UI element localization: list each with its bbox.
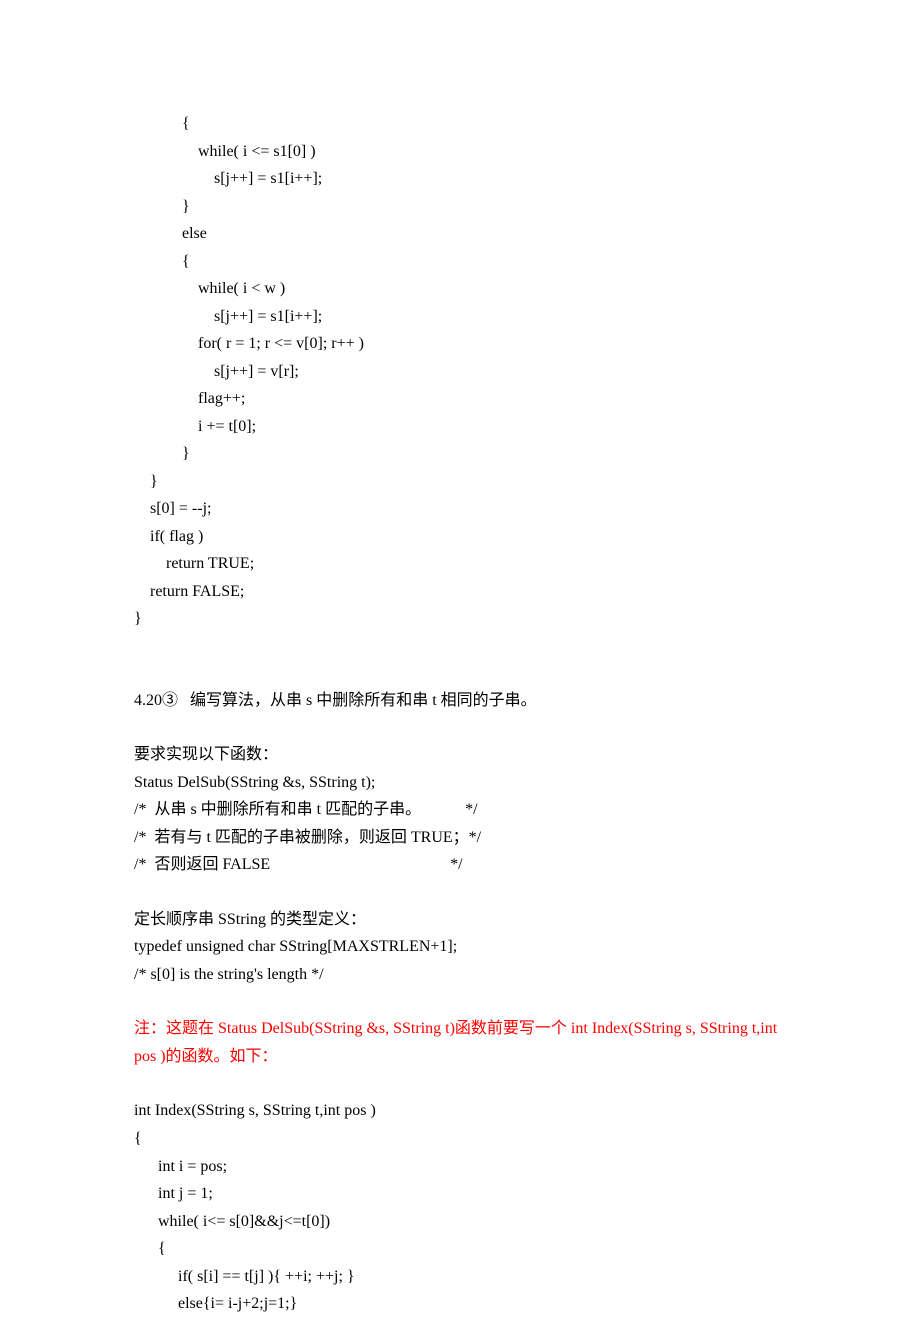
problem-title: 4.20③ 编写算法，从串 s 中删除所有和串 t 相同的子串。 <box>134 687 786 715</box>
code-line: { <box>134 110 786 138</box>
typedef-comment: /* s[0] is the string's length */ <box>134 961 786 989</box>
code-line: { <box>134 1125 786 1153</box>
code-line: s[j++] = s1[i++]; <box>134 165 786 193</box>
spacer <box>134 633 786 687</box>
code-line: else <box>134 220 786 248</box>
code-line: for( r = 1; r <= v[0]; r++ ) <box>134 330 786 358</box>
code-line: int i = pos; <box>134 1153 786 1181</box>
code-line: s[j++] = v[r]; <box>134 358 786 386</box>
code-line: flag++; <box>134 385 786 413</box>
typedef-heading: 定长顺序串 SString 的类型定义： <box>134 906 786 934</box>
code-line: s[0] = --j; <box>134 495 786 523</box>
code-line: return FALSE; <box>134 578 786 606</box>
function-signature: Status DelSub(SString &s, SString t); <box>134 769 786 797</box>
comment-line: /* 从串 s 中删除所有和串 t 匹配的子串。 */ <box>134 796 786 824</box>
comment-line: /* 若有与 t 匹配的子串被删除，则返回 TRUE；*/ <box>134 824 786 852</box>
spacer <box>134 1070 786 1097</box>
code-line: { <box>134 1235 786 1263</box>
spacer <box>134 714 786 741</box>
code-line: } <box>134 468 786 496</box>
code-block-top: { while( i <= s1[0] ) s[j++] = s1[i++]; … <box>134 110 786 633</box>
note-text: 注：这题在 Status DelSub(SString &s, SString … <box>134 1015 786 1070</box>
code-line: while( i <= s1[0] ) <box>134 138 786 166</box>
code-line: int Index(SString s, SString t,int pos ) <box>134 1097 786 1125</box>
code-line: int j = 1; <box>134 1180 786 1208</box>
code-line: if( s[i] == t[j] ){ ++i; ++j; } <box>134 1263 786 1291</box>
code-line: } <box>134 440 786 468</box>
requirement-heading: 要求实现以下函数： <box>134 741 786 769</box>
code-line: else{i= i-j+2;j=1;} <box>134 1290 786 1318</box>
code-line: while( i<= s[0]&&j<=t[0]) <box>134 1208 786 1236</box>
comment-line: /* 否则返回 FALSE */ <box>134 851 786 879</box>
code-line: s[j++] = s1[i++]; <box>134 303 786 331</box>
code-line: { <box>134 248 786 276</box>
code-block-bottom: int Index(SString s, SString t,int pos )… <box>134 1097 786 1317</box>
code-line: if( flag ) <box>134 523 786 551</box>
spacer <box>134 988 786 1015</box>
code-line: } <box>134 193 786 221</box>
code-line: while( i < w ) <box>134 275 786 303</box>
code-line: i += t[0]; <box>134 413 786 441</box>
spacer <box>134 879 786 906</box>
code-line: } <box>134 605 786 633</box>
typedef-line: typedef unsigned char SString[MAXSTRLEN+… <box>134 933 786 961</box>
document-page: { while( i <= s1[0] ) s[j++] = s1[i++]; … <box>0 0 920 1318</box>
code-line: return TRUE; <box>134 550 786 578</box>
